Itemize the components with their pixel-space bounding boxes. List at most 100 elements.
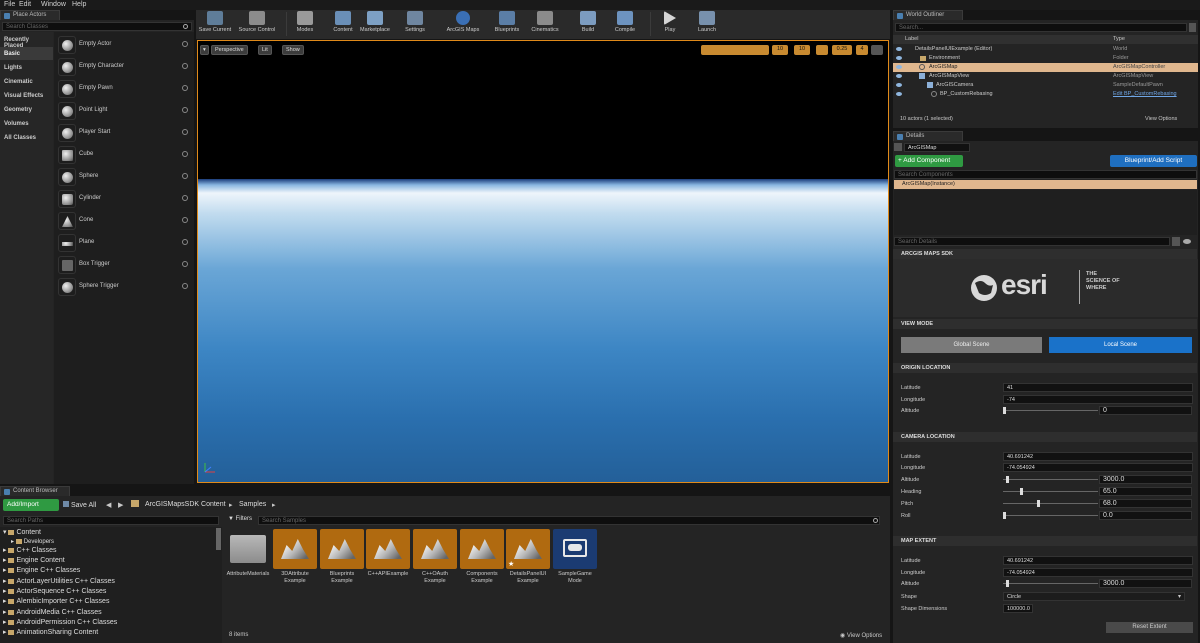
slider-knob[interactable]	[1006, 476, 1009, 483]
filters-button[interactable]: ▼ Filters	[228, 516, 252, 522]
origin-altitude-slider[interactable]: 0	[1003, 406, 1193, 415]
origin-latitude-field[interactable]: 41	[1003, 383, 1193, 392]
visibility-eye-icon[interactable]	[896, 83, 902, 87]
asset-3dattribute-example[interactable]: 3DAttribute Example	[273, 529, 317, 585]
actor-item-cube[interactable]: Cube	[55, 144, 192, 165]
actor-item-point-light[interactable]: Point Light	[55, 100, 192, 121]
camera-longitude-field[interactable]: -74.054924	[1003, 463, 1193, 472]
outliner-settings-button[interactable]	[1189, 23, 1196, 32]
info-icon[interactable]	[182, 63, 188, 69]
tab-world-outliner[interactable]: World Outliner	[893, 10, 963, 20]
tree-item-androidpermission[interactable]: ▸ AndroidPermission C++ Classes	[3, 618, 117, 626]
tree-item-cpp-classes[interactable]: ▸ C++ Classes	[3, 546, 57, 554]
actor-item-sphere-trigger[interactable]: Sphere Trigger	[55, 276, 192, 297]
camera-altitude-value[interactable]: 3000.0	[1099, 475, 1192, 484]
breadcrumb-samples[interactable]: Samples	[239, 501, 266, 508]
tree-item-alembicimporter[interactable]: ▸ AlembicImporter C++ Classes	[3, 597, 109, 605]
search-samples-input[interactable]: Search Samples	[258, 516, 880, 525]
blueprint-add-script-button[interactable]: Blueprint/Add Script	[1110, 155, 1197, 167]
extent-altitude-slider[interactable]: 3000.0	[1003, 579, 1193, 588]
camera-pitch-value[interactable]: 68.0	[1099, 499, 1192, 508]
slider-knob[interactable]	[1020, 488, 1023, 495]
info-icon[interactable]	[182, 129, 188, 135]
actor-item-empty-pawn[interactable]: Empty Pawn	[55, 78, 192, 99]
slider-knob[interactable]	[1003, 512, 1006, 519]
property-matrix-button[interactable]	[1172, 237, 1180, 246]
camera-pitch-slider[interactable]: 68.0	[1003, 499, 1193, 508]
tree-item-animationsharing[interactable]: ▸ AnimationSharing Content	[3, 628, 98, 636]
rotation-snap-value[interactable]: 10	[794, 45, 810, 55]
play-button[interactable]: Play	[658, 11, 682, 38]
global-scene-button[interactable]: Global Scene	[901, 337, 1042, 353]
asset-components-example[interactable]: Components Example	[460, 529, 504, 585]
tree-item-developers[interactable]: ▸ Developers	[11, 538, 54, 545]
viewport-options-button[interactable]: ▾	[200, 45, 209, 55]
grid-snap-value[interactable]: 10	[772, 45, 788, 55]
info-icon[interactable]	[182, 107, 188, 113]
camera-speed-value[interactable]: 4	[856, 45, 868, 55]
search-details-input[interactable]: Search Details	[894, 237, 1170, 246]
section-view-mode[interactable]: VIEW MODE	[893, 319, 1197, 329]
column-label[interactable]: Label	[905, 36, 918, 42]
perspective-button[interactable]: Perspective	[211, 45, 248, 55]
search-components-input[interactable]: Search Components	[894, 170, 1197, 179]
add-import-button[interactable]: Add/Import	[3, 499, 59, 511]
info-icon[interactable]	[182, 217, 188, 223]
info-icon[interactable]	[182, 151, 188, 157]
scale-snap-toggle[interactable]	[816, 45, 828, 55]
camera-roll-value[interactable]: 0.0	[1099, 511, 1192, 520]
visibility-eye-icon[interactable]	[896, 65, 902, 69]
category-geometry[interactable]: Geometry	[0, 103, 53, 116]
save-current-button[interactable]: Save Current	[197, 11, 233, 38]
asset-attributematerials[interactable]: AttributeMaterials	[226, 529, 270, 578]
search-paths-input[interactable]: Search Paths	[3, 516, 219, 525]
extent-dimensions-field[interactable]: 100000.0	[1003, 604, 1033, 613]
content-button[interactable]: Content	[330, 11, 356, 38]
tree-item-actorlayerutilities[interactable]: ▸ ActorLayerUtilities C++ Classes	[3, 577, 115, 585]
camera-heading-slider[interactable]: 65.0	[1003, 487, 1193, 496]
breadcrumb-arcgismapssdk-content[interactable]: ArcGISMapsSDK Content	[145, 501, 226, 508]
visibility-eye-icon[interactable]	[896, 92, 902, 96]
local-scene-button[interactable]: Local Scene	[1049, 337, 1192, 353]
section-map-extent[interactable]: MAP EXTENT	[893, 536, 1197, 546]
info-icon[interactable]	[182, 85, 188, 91]
cinematics-button[interactable]: Cinematics	[528, 11, 562, 38]
add-component-button[interactable]: + Add Component	[895, 155, 963, 167]
lit-button[interactable]: Lit	[258, 45, 272, 55]
extent-longitude-field[interactable]: -74.054924	[1003, 568, 1193, 577]
slider-knob[interactable]	[1037, 500, 1040, 507]
category-cinematic[interactable]: Cinematic	[0, 75, 53, 88]
component-instance-row[interactable]: ArcGISMap(Instance)	[894, 180, 1197, 189]
info-icon[interactable]	[182, 41, 188, 47]
category-visual-effects[interactable]: Visual Effects	[0, 89, 53, 102]
camera-roll-slider[interactable]: 0.0	[1003, 511, 1193, 520]
menu-file[interactable]: File	[4, 1, 15, 8]
back-arrow-icon[interactable]: ◀	[106, 501, 111, 509]
save-all-button[interactable]: Save All	[63, 501, 96, 509]
extent-altitude-value[interactable]: 3000.0	[1099, 579, 1192, 588]
info-icon[interactable]	[182, 195, 188, 201]
camera-latitude-field[interactable]: 40.691242	[1003, 452, 1193, 461]
actor-item-cone[interactable]: Cone	[55, 210, 192, 231]
actor-item-plane[interactable]: Plane	[55, 232, 192, 253]
actor-name-field[interactable]: ArcGISMap	[904, 143, 970, 152]
tab-place-actors[interactable]: Place Actors	[0, 10, 60, 20]
menu-help[interactable]: Help	[72, 1, 86, 8]
arcgis-maps-button[interactable]: ArcGIS Maps	[444, 11, 482, 38]
asset-detailspanelui-example[interactable]: ★ DetailsPanelUI Example	[506, 529, 550, 585]
section-origin-location[interactable]: ORIGIN LOCATION	[893, 363, 1197, 373]
tree-scrollbar[interactable]	[216, 528, 221, 550]
origin-altitude-value[interactable]: 0	[1099, 406, 1192, 415]
settings-button[interactable]: Settings	[401, 11, 429, 38]
maximize-viewport-button[interactable]	[871, 45, 883, 55]
compile-button[interactable]: Compile	[612, 11, 638, 38]
camera-altitude-slider[interactable]: 3000.0	[1003, 475, 1193, 484]
info-icon[interactable]	[182, 261, 188, 267]
asset-samplegamemode[interactable]: SampleGame Mode	[553, 529, 597, 585]
category-volumes[interactable]: Volumes	[0, 117, 53, 130]
category-recently-placed[interactable]: Recently Placed	[0, 33, 53, 49]
search-classes-input[interactable]: Search Classes	[2, 22, 192, 31]
origin-longitude-field[interactable]: -74	[1003, 395, 1193, 404]
info-icon[interactable]	[182, 239, 188, 245]
forward-arrow-icon[interactable]: ▶	[118, 501, 123, 509]
